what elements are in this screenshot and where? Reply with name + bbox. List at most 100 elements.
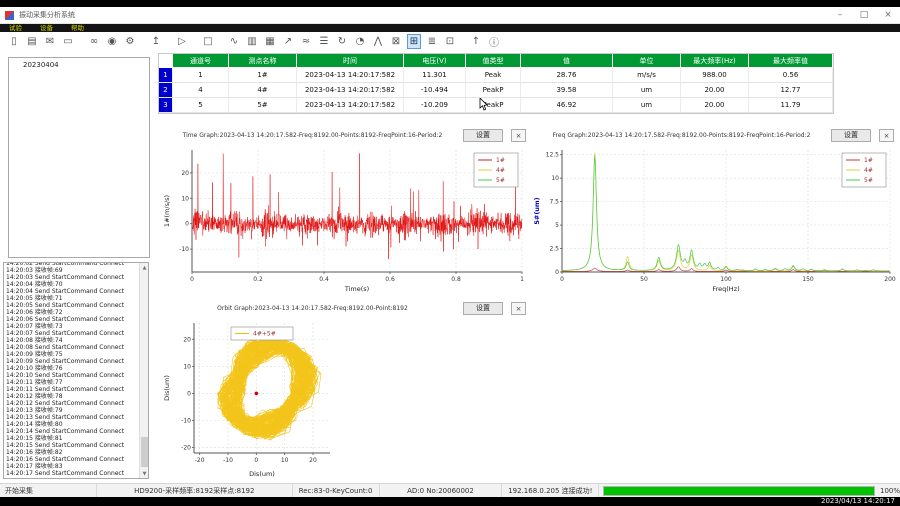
menu-test[interactable]: 试验 [0, 24, 31, 32]
scroll-up-icon[interactable]: ▲ [140, 263, 149, 272]
svg-text:20: 20 [181, 170, 189, 177]
table-cell[interactable]: um [613, 98, 681, 113]
table-cell[interactable]: 2023-04-13 14:20:17:582 [297, 98, 404, 113]
table-cell[interactable]: 4# [229, 83, 297, 98]
table-cell[interactable]: 20.00 [681, 98, 749, 113]
time-graph-plot[interactable]: 00.20.40.60.81-1001020Time(s)1#(m/s/s)1#… [162, 144, 530, 298]
log-line: 14:20:13 接收帧:79 [6, 407, 138, 414]
svg-text:4#: 4# [496, 167, 505, 174]
table-cell[interactable]: 1 [173, 68, 229, 83]
main-area: 20230404 14:20:02 Send StartCommand Conn… [0, 50, 900, 483]
info-icon[interactable]: ⓘ [487, 34, 501, 49]
link-icon[interactable]: ∞ [87, 34, 101, 49]
minimize-button[interactable]: – [828, 7, 852, 23]
database-icon[interactable]: ≣ [425, 34, 439, 49]
table-cell[interactable]: PeakP [466, 83, 521, 98]
settings-gear-icon[interactable]: ⚙ [123, 34, 137, 49]
row-number-cell[interactable]: 1 [159, 68, 173, 83]
histogram-chart-icon[interactable]: ▦ [263, 34, 277, 49]
save-record-icon[interactable]: ▭ [61, 34, 75, 49]
upload-device-icon[interactable]: ↥ [149, 34, 163, 49]
table-header-cell: 最大频率(Hz) [681, 54, 749, 68]
close-button[interactable]: × [876, 7, 900, 23]
svg-text:0: 0 [560, 276, 564, 283]
statusbar: 开始采集 HD9200-采样频率:8192采样点:8192 Rec:83-0-K… [0, 483, 900, 497]
table-cell[interactable]: 0.56 [749, 68, 833, 83]
table-cell[interactable]: 4 [173, 83, 229, 98]
table-cell[interactable]: 46.92 [521, 98, 613, 113]
log-scrollbar[interactable]: ▲ ▼ [139, 263, 148, 478]
svg-text:0: 0 [254, 457, 258, 464]
svg-text:5#: 5# [864, 177, 873, 184]
table-row[interactable]: 244#2023-04-13 14:20:17:582-10.494PeakP3… [159, 83, 833, 98]
row-number-cell[interactable]: 3 [159, 98, 173, 113]
table-cell[interactable]: 5 [173, 98, 229, 113]
tree-item-20230404[interactable]: 20230404 [9, 58, 149, 69]
open-record-icon[interactable]: ✉ [43, 34, 57, 49]
cross-chart-icon[interactable]: ⊠ [389, 34, 403, 49]
table-cell[interactable]: 28.76 [521, 68, 613, 83]
log-line: 14:20:10 接收帧:76 [6, 365, 138, 372]
log-line: 14:20:17 Send StartCommand Connect [6, 470, 138, 477]
polar-chart-icon[interactable]: ◔ [353, 34, 367, 49]
table-cell[interactable]: 20.00 [681, 83, 749, 98]
orbit-chart-icon[interactable]: ↻ [335, 34, 349, 49]
log-panel: 14:20:02 Send StartCommand Connect14:20:… [3, 262, 149, 479]
orbit-graph-panel: Orbit Graph:2023-04-13 14:20:17.582-Freq… [162, 300, 530, 481]
table-row[interactable]: 111#2023-04-13 14:20:17:58211.301Peak28.… [159, 68, 833, 83]
monitor-eye-icon[interactable]: ◉ [105, 34, 119, 49]
table-cell[interactable]: 39.58 [521, 83, 613, 98]
menu-help[interactable]: 帮助 [62, 24, 93, 32]
orbit-graph-close-button[interactable]: × [511, 302, 526, 315]
table-cell[interactable]: m/s/s [613, 68, 681, 83]
table-cell[interactable]: 12.77 [749, 83, 833, 98]
new-file-icon[interactable]: ▯ [7, 34, 21, 49]
svg-text:20: 20 [183, 336, 191, 343]
table-cell[interactable]: um [613, 83, 681, 98]
maximize-button[interactable]: □ [852, 7, 876, 23]
log-line: 14:20:03 接收帧:69 [6, 267, 138, 274]
stop-icon[interactable]: □ [201, 34, 215, 49]
line-chart-icon[interactable]: ↗ [281, 34, 295, 49]
spectrum-chart-icon[interactable]: ≈ [299, 34, 313, 49]
table-cell[interactable]: Peak [466, 68, 521, 83]
table-cell[interactable]: 5# [229, 98, 297, 113]
orbit-graph-settings-button[interactable]: 设置 [463, 302, 503, 315]
table-cell[interactable]: 1# [229, 68, 297, 83]
time-graph-settings-button[interactable]: 设置 [463, 129, 503, 142]
grid-view-icon[interactable]: ⊞ [407, 34, 421, 49]
table-cell[interactable]: 11.79 [749, 98, 833, 113]
scrollbar-thumb[interactable] [141, 437, 148, 467]
list-chart-icon[interactable]: ☰ [317, 34, 331, 49]
log-line: 14:20:14 接收帧:80 [6, 421, 138, 428]
orbit-graph-plot[interactable]: -20-1001020-20-1001020Dis(um)Dis(um)4#+5… [162, 317, 530, 483]
freq-graph-close-button[interactable]: × [879, 129, 894, 142]
svg-text:10: 10 [281, 457, 289, 464]
freq-graph-plot[interactable]: 05010015020002.557.51012.5Freq(Hz)5#(um)… [532, 144, 898, 298]
record-tree-panel[interactable]: 20230404 [8, 57, 150, 258]
start-play-icon[interactable]: ▷ [175, 34, 189, 49]
scroll-down-icon[interactable]: ▼ [140, 469, 149, 478]
table-cell[interactable]: 988.00 [681, 68, 749, 83]
export-up-icon[interactable]: ↑ [469, 34, 483, 49]
table-cell[interactable]: -10.209 [404, 98, 466, 113]
table-cell[interactable]: PeakP [466, 98, 521, 113]
table-header-row: 通道号测点名称时间电压(V)值类型值单位最大频率(Hz)最大频率值 [159, 54, 833, 68]
window-save-icon[interactable]: ⊡ [443, 34, 457, 49]
table-row[interactable]: 355#2023-04-13 14:20:17:582-10.209PeakP4… [159, 98, 833, 113]
freq-graph-settings-button[interactable]: 设置 [831, 129, 871, 142]
edit-file-icon[interactable]: ▤ [25, 34, 39, 49]
menu-device[interactable]: 设备 [31, 24, 62, 32]
bar-chart-icon[interactable]: ▥ [245, 34, 259, 49]
table-cell[interactable]: 2023-04-13 14:20:17:582 [297, 68, 404, 83]
table-cell[interactable]: 11.301 [404, 68, 466, 83]
waveform-chart-icon[interactable]: ∿ [227, 34, 241, 49]
table-cell[interactable]: 2023-04-13 14:20:17:582 [297, 83, 404, 98]
table-header-cell: 电压(V) [404, 54, 466, 68]
time-graph-close-button[interactable]: × [511, 129, 526, 142]
svg-text:5: 5 [555, 222, 559, 229]
row-number-cell[interactable]: 2 [159, 83, 173, 98]
freq-graph-panel: Freq Graph:2023-04-13 14:20:17.582-Freq:… [532, 127, 898, 296]
table-cell[interactable]: -10.494 [404, 83, 466, 98]
peaks-chart-icon[interactable]: ⋀ [371, 34, 385, 49]
